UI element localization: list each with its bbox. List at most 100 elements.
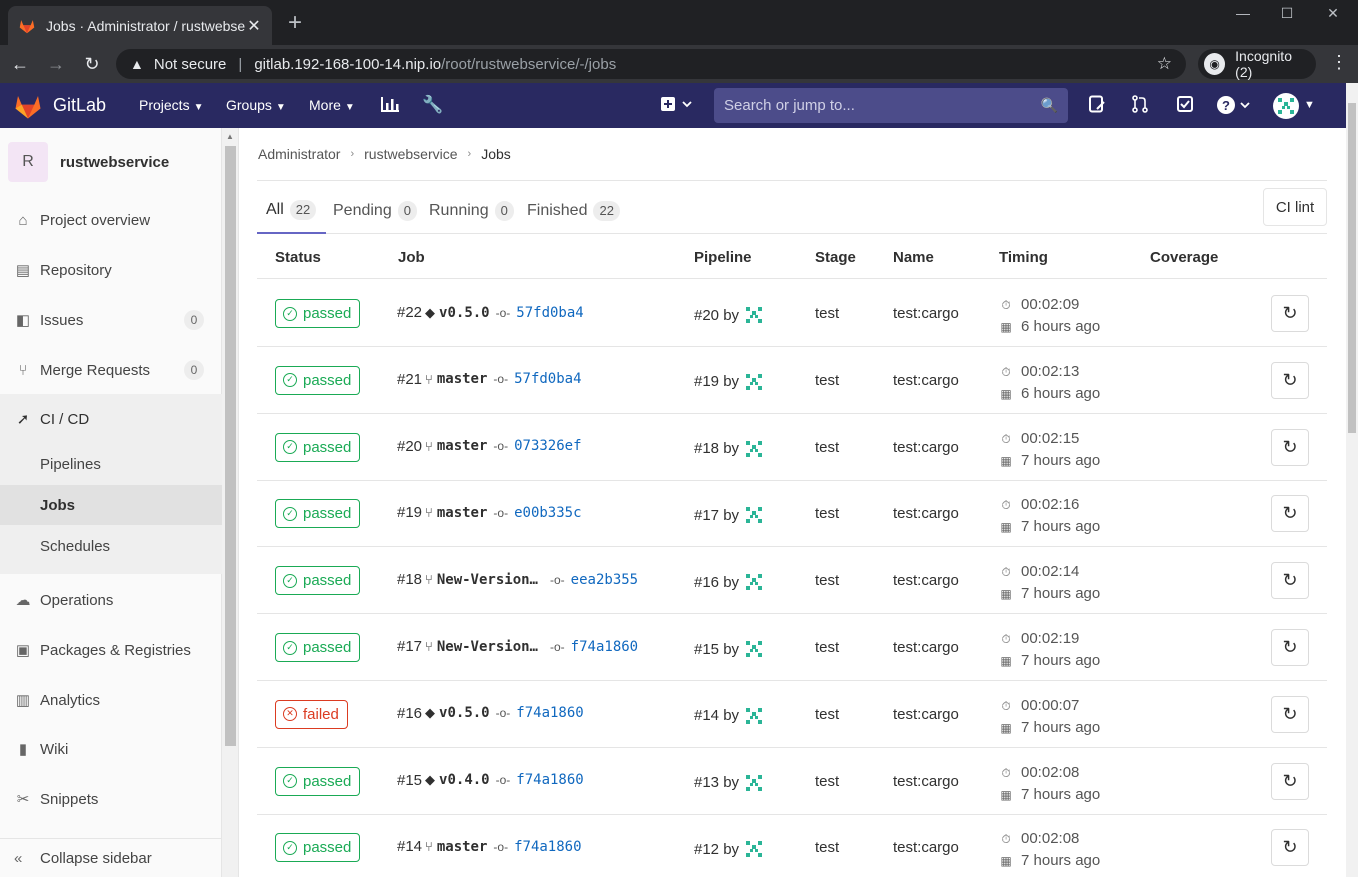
- sidebar-sub-jobs[interactable]: Jobs: [0, 485, 222, 525]
- retry-button[interactable]: ↻: [1271, 562, 1309, 600]
- commit-sha-link[interactable]: eea2b355: [571, 572, 638, 588]
- user-avatar[interactable]: [743, 772, 765, 794]
- pipeline-link[interactable]: #14 by: [694, 707, 739, 724]
- commit-sha-link[interactable]: f74a1860: [514, 839, 581, 855]
- pipeline-link[interactable]: #20 by: [694, 307, 739, 324]
- pipeline-link[interactable]: #15 by: [694, 641, 739, 658]
- ref-link[interactable]: master: [437, 505, 488, 521]
- status-badge[interactable]: ✓ passed: [275, 833, 361, 863]
- projects-menu[interactable]: Projects ▼: [139, 97, 203, 113]
- retry-button[interactable]: ↻: [1271, 495, 1309, 533]
- minimize-icon[interactable]: —: [1220, 0, 1266, 26]
- collapse-sidebar-button[interactable]: « Collapse sidebar: [0, 838, 222, 877]
- status-badge[interactable]: ✕ failed: [275, 699, 348, 729]
- commit-sha-link[interactable]: e00b335c: [514, 505, 581, 521]
- sidebar-project-header[interactable]: R rustwebservice: [8, 142, 169, 182]
- retry-button[interactable]: ↻: [1271, 361, 1309, 399]
- user-avatar[interactable]: [743, 838, 765, 860]
- url-field[interactable]: ▲ Not secure | gitlab.192-168-100-14.nip…: [116, 49, 1186, 79]
- sidebar-sub-schedules[interactable]: Schedules: [0, 526, 222, 566]
- job-id-link[interactable]: #15: [397, 772, 422, 789]
- ref-link[interactable]: v0.5.0: [439, 705, 490, 721]
- tab-running[interactable]: Running 0: [429, 188, 514, 234]
- status-badge[interactable]: ✓ passed: [275, 766, 361, 796]
- ref-link[interactable]: master: [437, 839, 488, 855]
- sidebar-item-analytics[interactable]: ▥ Analytics: [0, 680, 222, 720]
- retry-button[interactable]: ↻: [1271, 695, 1309, 733]
- user-avatar[interactable]: [743, 571, 765, 593]
- breadcrumb-administrator[interactable]: Administrator: [258, 146, 340, 162]
- tab-pending[interactable]: Pending 0: [333, 188, 417, 234]
- user-avatar[interactable]: [743, 304, 765, 326]
- gitlab-home-link[interactable]: GitLab: [13, 92, 106, 120]
- more-menu[interactable]: More ▼: [309, 97, 355, 113]
- job-id-link[interactable]: #17: [397, 638, 422, 655]
- ref-link[interactable]: v0.5.0: [439, 305, 490, 321]
- tab-finished[interactable]: Finished 22: [527, 188, 620, 234]
- issues-nav-icon[interactable]: [1088, 95, 1106, 118]
- user-avatar[interactable]: [743, 638, 765, 660]
- retry-button[interactable]: ↻: [1271, 829, 1309, 867]
- commit-sha-link[interactable]: f74a1860: [516, 705, 583, 721]
- pipeline-link[interactable]: #12 by: [694, 841, 739, 858]
- new-item-icon[interactable]: [660, 95, 694, 118]
- commit-sha-link[interactable]: f74a1860: [571, 639, 638, 655]
- scroll-up-icon[interactable]: ▲: [226, 132, 234, 141]
- forward-icon[interactable]: →: [44, 52, 68, 76]
- retry-button[interactable]: ↻: [1271, 762, 1309, 800]
- retry-button[interactable]: ↻: [1271, 295, 1309, 332]
- maximize-icon[interactable]: ☐: [1264, 0, 1310, 26]
- help-icon[interactable]: ?: [1216, 95, 1252, 120]
- commit-sha-link[interactable]: 57fd0ba4: [514, 371, 581, 387]
- pipeline-link[interactable]: #18 by: [694, 440, 739, 457]
- job-id-link[interactable]: #19: [397, 504, 422, 521]
- ref-link[interactable]: master: [437, 371, 488, 387]
- breadcrumb-current[interactable]: Jobs: [481, 146, 511, 162]
- activity-chart-icon[interactable]: [380, 95, 400, 118]
- job-id-link[interactable]: #14: [397, 838, 422, 855]
- pipeline-link[interactable]: #17 by: [694, 507, 739, 524]
- commit-sha-link[interactable]: 073326ef: [514, 438, 581, 454]
- user-avatar[interactable]: [743, 371, 765, 393]
- sidebar-item-merge-requests[interactable]: ⑂ Merge Requests 0: [0, 350, 222, 390]
- incognito-badge[interactable]: ◉ Incognito (2): [1198, 48, 1316, 80]
- retry-button[interactable]: ↻: [1271, 629, 1309, 666]
- ref-link[interactable]: New-Version…: [437, 572, 538, 588]
- sidebar-item-repository[interactable]: ▤ Repository: [0, 250, 222, 290]
- sidebar-item-snippets[interactable]: ✂ Snippets: [0, 779, 222, 819]
- sidebar-item-cicd[interactable]: ➚ CI / CD: [0, 399, 222, 439]
- status-badge[interactable]: ✓ passed: [275, 633, 361, 662]
- pipeline-link[interactable]: #13 by: [694, 774, 739, 791]
- browser-tab[interactable]: Jobs · Administrator / rustwebser ✕: [8, 6, 272, 45]
- retry-button[interactable]: ↻: [1271, 428, 1309, 466]
- sidebar-item-wiki[interactable]: ▮ Wiki: [0, 729, 222, 769]
- sidebar-item-project-overview[interactable]: ⌂ Project overview: [0, 200, 222, 240]
- sidebar-scrollbar-thumb[interactable]: [225, 146, 236, 746]
- status-badge[interactable]: ✓ passed: [275, 499, 361, 529]
- status-badge[interactable]: ✓ passed: [275, 432, 361, 462]
- reload-icon[interactable]: ↻: [80, 52, 104, 76]
- job-id-link[interactable]: #18: [397, 571, 422, 588]
- user-avatar[interactable]: [1273, 93, 1299, 119]
- status-badge[interactable]: ✓ passed: [275, 365, 361, 395]
- breadcrumb-project[interactable]: rustwebservice: [364, 146, 457, 162]
- sidebar-item-packages[interactable]: ▣ Packages & Registries: [0, 630, 222, 670]
- page-scrollbar-thumb[interactable]: [1348, 103, 1356, 433]
- ref-link[interactable]: v0.4.0: [439, 772, 490, 788]
- user-avatar[interactable]: [743, 504, 765, 526]
- commit-sha-link[interactable]: 57fd0ba4: [516, 305, 583, 321]
- ci-lint-button[interactable]: CI lint: [1263, 188, 1327, 226]
- user-avatar[interactable]: [743, 705, 765, 727]
- job-id-link[interactable]: #21: [397, 371, 422, 388]
- tab-all[interactable]: All 22: [257, 188, 327, 234]
- close-window-icon[interactable]: ✕: [1310, 0, 1356, 26]
- sidebar-item-issues[interactable]: ◧ Issues 0: [0, 300, 222, 340]
- page-scrollbar[interactable]: [1346, 83, 1358, 877]
- back-icon[interactable]: ←: [8, 52, 32, 76]
- merge-requests-nav-icon[interactable]: [1131, 95, 1149, 118]
- chevron-down-icon[interactable]: ▼: [1304, 99, 1315, 111]
- job-id-link[interactable]: #22: [397, 304, 422, 321]
- bookmark-star-icon[interactable]: ☆: [1157, 54, 1172, 74]
- todos-nav-icon[interactable]: [1176, 95, 1194, 118]
- groups-menu[interactable]: Groups ▼: [226, 97, 286, 113]
